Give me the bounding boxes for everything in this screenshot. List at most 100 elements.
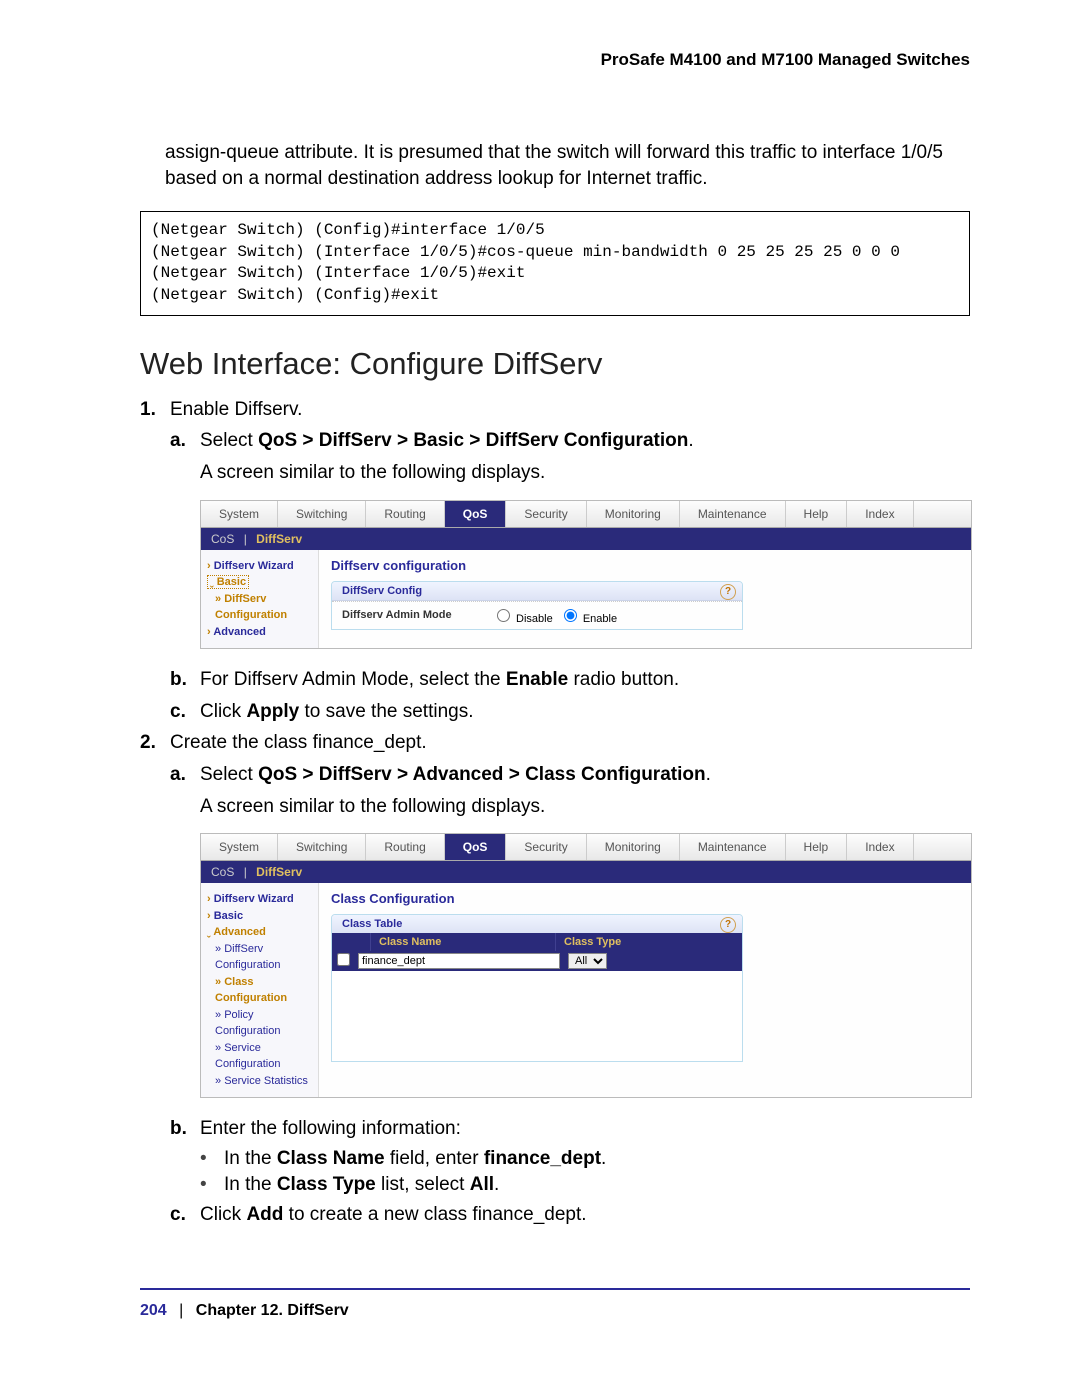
substep-followup: A screen similar to the following displa…	[200, 794, 970, 820]
table-row: All	[332, 951, 742, 971]
substep-label: b.	[170, 1116, 200, 1142]
subnav: CoS | DiffServ	[201, 528, 971, 550]
subnav-diffserv[interactable]: DiffServ	[256, 865, 302, 879]
footer-sep: |	[179, 1302, 183, 1319]
panel-title: Diffserv configuration	[331, 558, 959, 573]
config-row-label: Diffserv Admin Mode	[342, 609, 492, 621]
bullet-icon: •	[200, 1174, 224, 1196]
tab-index[interactable]: Index	[847, 501, 913, 527]
sidebar-item-class-config[interactable]: » Class Configuration	[215, 974, 312, 1007]
tab-help[interactable]: Help	[786, 834, 848, 860]
text-run: Click	[200, 1204, 246, 1225]
subnav-sep: |	[244, 865, 247, 879]
step-text: Enable Diffserv.	[170, 397, 970, 423]
bullet-icon: •	[200, 1148, 224, 1170]
sidebar-item-service-stats[interactable]: » Service Statistics	[215, 1073, 312, 1090]
subnav-sep: |	[244, 532, 247, 546]
sidebar-item-label: Service Configuration	[215, 1042, 280, 1071]
text-bold: finance_dept	[484, 1148, 601, 1169]
sidebar-item-advanced[interactable]: Advanced	[207, 926, 266, 938]
substep-text: Click Add to create a new class finance_…	[200, 1202, 970, 1228]
tab-monitoring[interactable]: Monitoring	[587, 501, 680, 527]
tab-switching[interactable]: Switching	[278, 501, 366, 527]
tab-help[interactable]: Help	[786, 501, 848, 527]
config-box-header: DiffServ Config ?	[332, 582, 742, 601]
config-box: DiffServ Config ? Diffserv Admin Mode Di…	[331, 581, 743, 630]
class-type-select[interactable]: All	[568, 953, 607, 969]
subnav-cos[interactable]: CoS	[211, 865, 234, 879]
tab-row: System Switching Routing QoS Security Mo…	[201, 501, 971, 528]
table-empty-area	[332, 971, 742, 1061]
tab-qos[interactable]: QoS	[445, 501, 507, 527]
tab-maintenance[interactable]: Maintenance	[680, 834, 786, 860]
text-run: .	[688, 430, 693, 451]
text-bold: Class Type	[277, 1174, 376, 1195]
step-number: 2.	[140, 730, 170, 756]
config-box-title: DiffServ Config	[342, 585, 422, 597]
text-bold: Class Name	[277, 1148, 385, 1169]
subnav-diffserv[interactable]: DiffServ	[256, 532, 302, 546]
col-class-name: Class Name	[370, 933, 555, 951]
row-checkbox[interactable]	[337, 953, 350, 966]
sidebar-item-diffserv-config[interactable]: » DiffServ Configuration	[215, 591, 312, 624]
text-bold: QoS > DiffServ > Basic > DiffServ Config…	[258, 430, 688, 451]
sidebar-item-service-config[interactable]: » Service Configuration	[215, 1040, 312, 1073]
substep-label: a.	[170, 428, 200, 454]
sidebar-item-basic[interactable]: Basic	[207, 575, 249, 589]
tab-system[interactable]: System	[201, 501, 278, 527]
tab-switching[interactable]: Switching	[278, 834, 366, 860]
bullet-text: In the Class Type list, select All.	[224, 1174, 499, 1196]
help-icon[interactable]: ?	[720, 917, 736, 933]
tab-routing[interactable]: Routing	[366, 501, 444, 527]
page-footer: 204 | Chapter 12. DiffServ	[140, 1288, 970, 1320]
text-run: In the	[224, 1174, 277, 1195]
tab-monitoring[interactable]: Monitoring	[587, 834, 680, 860]
subnav-cos[interactable]: CoS	[211, 532, 234, 546]
radio-disable[interactable]: Disable	[492, 606, 553, 625]
intro-paragraph: assign-queue attribute. It is presumed t…	[165, 140, 970, 191]
side-nav: Diffserv Wizard Basic » DiffServ Configu…	[201, 550, 319, 649]
help-icon[interactable]: ?	[720, 584, 736, 600]
col-class-type: Class Type	[555, 933, 742, 951]
sidebar-item-label: Service Statistics	[224, 1075, 308, 1087]
radio-label: Enable	[583, 613, 617, 625]
text-bold: QoS > DiffServ > Advanced > Class Config…	[258, 764, 705, 785]
tab-security[interactable]: Security	[506, 834, 586, 860]
sidebar-item-wizard[interactable]: Diffserv Wizard	[207, 893, 294, 905]
text-bold: Apply	[246, 701, 299, 722]
sidebar-item-basic[interactable]: Basic	[207, 910, 243, 922]
radio-label: Disable	[516, 613, 553, 625]
text-bold: All	[470, 1174, 494, 1195]
tab-security[interactable]: Security	[506, 501, 586, 527]
tab-index[interactable]: Index	[847, 834, 913, 860]
substep-text: Select QoS > DiffServ > Advanced > Class…	[200, 762, 970, 788]
sidebar-item-advanced[interactable]: Advanced	[207, 626, 266, 638]
text-run: In the	[224, 1148, 277, 1169]
tab-system[interactable]: System	[201, 834, 278, 860]
text-run: For Diffserv Admin Mode, select the	[200, 669, 506, 690]
tab-qos[interactable]: QoS	[445, 834, 507, 860]
tab-routing[interactable]: Routing	[366, 834, 444, 860]
substep-label: b.	[170, 667, 200, 693]
text-run: .	[601, 1148, 606, 1169]
sidebar-item-label: Policy Configuration	[215, 1009, 280, 1038]
screenshot-class-config: System Switching Routing QoS Security Mo…	[200, 833, 972, 1098]
class-name-input[interactable]	[358, 953, 560, 969]
text-bold: Enable	[506, 669, 568, 690]
sidebar-item-label: Class Configuration	[215, 976, 287, 1005]
side-nav: Diffserv Wizard Basic Advanced » DiffSer…	[201, 883, 319, 1097]
table-columns: Class Name Class Type	[332, 933, 742, 951]
substep-label: a.	[170, 762, 200, 788]
sidebar-item-wizard[interactable]: Diffserv Wizard	[207, 560, 294, 572]
text-run: Select	[200, 430, 258, 451]
substep-text: For Diffserv Admin Mode, select the Enab…	[200, 667, 970, 693]
radio-enable[interactable]: Enable	[559, 606, 617, 625]
sidebar-item-diffserv-config[interactable]: » DiffServ Configuration	[215, 941, 312, 974]
tab-maintenance[interactable]: Maintenance	[680, 501, 786, 527]
text-run: to save the settings.	[299, 701, 473, 722]
doc-header: ProSafe M4100 and M7100 Managed Switches	[140, 50, 970, 70]
sidebar-item-policy-config[interactable]: » Policy Configuration	[215, 1007, 312, 1040]
text-run: .	[494, 1174, 499, 1195]
text-run: .	[706, 764, 711, 785]
panel-title: Class Configuration	[331, 891, 959, 906]
